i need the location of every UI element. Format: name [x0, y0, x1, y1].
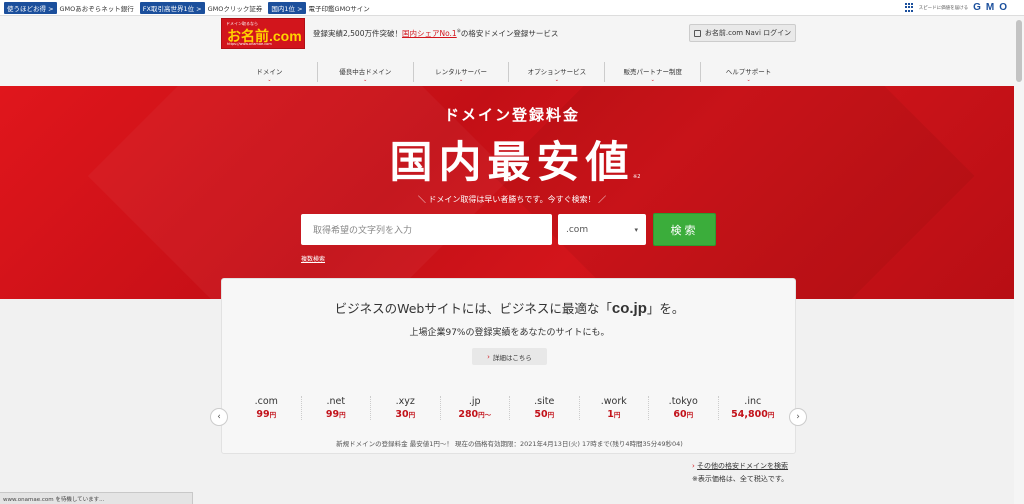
promo-headline-em: co.jp — [611, 300, 647, 317]
scrollbar-thumb[interactable] — [1016, 20, 1022, 82]
price-item[interactable]: .work 1円 — [580, 396, 649, 420]
bank-link[interactable]: GMOあおぞらネット銀行 — [60, 3, 134, 13]
group-services-bar: 使うほどお得 > GMOあおぞらネット銀行 FX取引高世界1位 > GMOクリッ… — [0, 0, 1024, 16]
promo-subline: 上場企業97%の登録実績をあなたのサイトにも。 — [409, 328, 610, 338]
tld-select[interactable]: .com ▾ — [558, 214, 646, 245]
site-header: ドメイン取るなら お名前.com https://www.onamae.com … — [0, 16, 1024, 86]
hero-footnote: ※2 — [633, 174, 641, 180]
chevron-down-icon: ▾ — [634, 225, 638, 234]
grid-icon[interactable] — [904, 3, 914, 12]
navi-login-label: お名前.com Navi ログイン — [704, 29, 792, 37]
gmo-group-area[interactable]: スピードに価値を届ける GMO — [904, 2, 1012, 13]
scrollbar[interactable] — [1014, 16, 1024, 504]
onamae-logo[interactable]: ドメイン取るなら お名前.com https://www.onamae.com — [221, 18, 305, 49]
securities-badge[interactable]: FX取引高世界1位 > — [139, 1, 205, 14]
more-domains-link[interactable]: › その他の格安ドメインを検索 — [692, 461, 788, 471]
tax-note: ※表示価格は、全て税込です。 — [692, 475, 789, 483]
nav-item-help[interactable]: ヘルプサポート ⌄ — [701, 62, 796, 83]
hero-banner: ドメイン登録料金 国内最安値 ※2 ＼ ドメイン取得は早い者勝ちです。今すぐ検索… — [0, 86, 1024, 299]
hero-catchcopy: ＼ ドメイン取得は早い者勝ちです。今すぐ検索！ ／ — [417, 195, 607, 204]
price-item[interactable]: .site 50円 — [510, 396, 580, 420]
search-button[interactable]: 検索 — [653, 213, 716, 246]
hero-title: 国内最安値 — [389, 138, 635, 188]
browser-status-bar: www.onamae.com を待機しています... — [0, 492, 193, 504]
details-label: 詳細はこちら — [492, 353, 532, 362]
login-icon — [693, 29, 701, 37]
carousel-prev-button[interactable]: ‹ — [210, 408, 228, 426]
logo-url-text: https://www.onamae.com — [227, 42, 272, 46]
sign-link[interactable]: 電子印鑑GMOサイン — [309, 3, 370, 13]
price-list: .com 99円 .net 99円 .xyz 30円 .jp 280円〜 .site 50… — [232, 396, 787, 420]
tld-selected-value: .com — [566, 224, 589, 235]
tagline-pre: 登録実績2,500万件突破！ — [313, 29, 402, 38]
bank-badge[interactable]: 使うほどお得 > — [4, 1, 57, 14]
price-item[interactable]: .tokyo 60円 — [649, 396, 719, 420]
price-item[interactable]: .xyz 30円 — [371, 396, 441, 420]
chevron-right-icon: › — [487, 352, 490, 361]
sign-badge[interactable]: 国内1位 > — [268, 1, 306, 14]
nav-item-partner[interactable]: 販売パートナー制度 ⌄ — [605, 62, 702, 83]
details-button[interactable]: › 詳細はこちら — [472, 348, 547, 365]
chevron-down-icon: ⌄ — [363, 77, 368, 83]
nav-item-rental-server[interactable]: レンタルサーバー ⌄ — [414, 62, 510, 83]
nav-item-used-domain[interactable]: 優良中古ドメイン ⌄ — [318, 62, 414, 83]
domain-search-input[interactable]: 取得希望の文字列を入力 — [301, 214, 552, 245]
chevron-left-icon: ‹ — [217, 412, 221, 422]
gmo-logo[interactable]: GMO — [973, 2, 1012, 13]
promo-headline: ビジネスのWebサイトには、ビジネスに最適な「co.jp」を。 — [334, 300, 685, 317]
promo-card: ビジネスのWebサイトには、ビジネスに最適な「co.jp」を。 上場企業97%の… — [221, 278, 796, 454]
chevron-down-icon: ⌄ — [650, 77, 655, 83]
price-item[interactable]: .net 99円 — [302, 396, 371, 420]
chevron-down-icon: ⌄ — [458, 77, 464, 83]
nav-item-options[interactable]: オプションサービス ⌄ — [509, 62, 606, 83]
main-nav: ドメイン ⌄ 優良中古ドメイン ⌄ レンタルサーバー ⌄ オプションサービス ⌄ 販売パ… — [222, 62, 796, 83]
price-item[interactable]: .jp 280円〜 — [441, 396, 510, 420]
chevron-down-icon: ⌄ — [746, 77, 751, 83]
chevron-right-icon: › — [692, 462, 695, 470]
price-item[interactable]: .com 99円 — [232, 396, 302, 420]
tagline-highlight[interactable]: 国内シェアNo.1 — [402, 29, 457, 38]
nav-item-domain[interactable]: ドメイン ⌄ — [222, 62, 318, 83]
tagline-post: の格安ドメイン登録サービス — [460, 29, 559, 38]
hero-subtitle: ドメイン登録料金 — [443, 106, 580, 124]
chevron-down-icon: ⌄ — [554, 77, 559, 83]
securities-link[interactable]: GMOクリック証券 — [208, 3, 263, 13]
navi-login-button[interactable]: お名前.com Navi ログイン — [689, 24, 796, 42]
carousel-next-button[interactable]: › — [789, 408, 807, 426]
chevron-right-icon: › — [796, 412, 800, 422]
multi-search-link[interactable]: 複数検索 — [301, 254, 325, 263]
price-expiry-note: 新規ドメインの登録料金 最安値1円〜！ 現在の価格有効期限：2021年4月13日… — [336, 440, 683, 448]
gmo-tagline: スピードに価値を届ける — [918, 5, 969, 11]
price-item[interactable]: .inc 54,800円 — [719, 396, 788, 420]
header-tagline: 登録実績2,500万件突破！国内シェアNo.1※の格安ドメイン登録サービス — [313, 28, 558, 39]
chevron-down-icon: ⌄ — [267, 77, 272, 83]
